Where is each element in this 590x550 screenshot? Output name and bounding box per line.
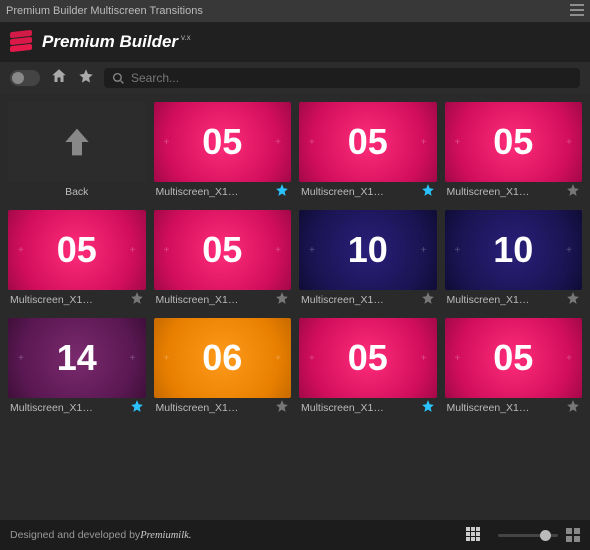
item-label: Multiscreen_X1… — [156, 402, 274, 414]
item-thumbnail[interactable]: + 05 + — [154, 102, 292, 182]
footer-credit: Premiumilk. — [140, 530, 191, 541]
brand-name: Premium Builderv.x — [42, 32, 191, 52]
item-thumbnail[interactable]: + 05 + — [299, 318, 437, 398]
title-bar: Premium Builder Multiscreen Transitions — [0, 0, 590, 22]
grid-item: + 05 + Multiscreen_X1… — [154, 210, 292, 310]
item-number: 05 — [348, 121, 388, 163]
item-thumbnail[interactable]: + 10 + — [445, 210, 583, 290]
item-number: 05 — [202, 229, 242, 271]
grid-item: + 05 + Multiscreen_X1… — [154, 102, 292, 202]
item-number: 05 — [57, 229, 97, 271]
back-cell: Back — [8, 102, 146, 202]
favorite-star-icon[interactable] — [566, 291, 580, 310]
thumbnail-size-slider[interactable] — [498, 534, 558, 537]
grid-item: + 06 + Multiscreen_X1… — [154, 318, 292, 418]
hamburger-menu-icon[interactable] — [570, 3, 584, 19]
item-number: 06 — [202, 337, 242, 379]
favorite-star-icon[interactable] — [421, 291, 435, 310]
grid-item: + 10 + Multiscreen_X1… — [445, 210, 583, 310]
status-bar: Designed and developed by Premiumilk. — [0, 520, 590, 550]
search-input[interactable] — [131, 71, 572, 85]
back-button[interactable] — [8, 102, 146, 182]
favorite-star-icon[interactable] — [130, 399, 144, 418]
item-number: 05 — [348, 337, 388, 379]
item-number: 10 — [493, 229, 533, 271]
grid-item: + 05 + Multiscreen_X1… — [445, 318, 583, 418]
favorite-star-icon[interactable] — [130, 291, 144, 310]
grid-item: + 05 + Multiscreen_X1… — [299, 318, 437, 418]
item-thumbnail[interactable]: + 05 + — [154, 210, 292, 290]
back-label: Back — [65, 186, 88, 198]
item-thumbnail[interactable]: + 05 + — [445, 102, 583, 182]
grid-item: + 05 + Multiscreen_X1… — [445, 102, 583, 202]
item-label: Multiscreen_X1… — [10, 294, 128, 306]
grid-view-large-icon[interactable] — [566, 528, 580, 542]
item-thumbnail[interactable]: + 06 + — [154, 318, 292, 398]
item-thumbnail[interactable]: + 10 + — [299, 210, 437, 290]
toolbar — [0, 62, 590, 94]
favorite-star-icon[interactable] — [566, 399, 580, 418]
favorite-star-icon[interactable] — [421, 399, 435, 418]
grid-item: + 05 + Multiscreen_X1… — [8, 210, 146, 310]
arrow-up-icon — [57, 122, 97, 162]
toggle-switch[interactable] — [10, 70, 40, 86]
search-field[interactable] — [104, 68, 580, 88]
header: Premium Builderv.x — [0, 22, 590, 62]
item-thumbnail[interactable]: + 05 + — [8, 210, 146, 290]
favorite-star-icon[interactable] — [421, 183, 435, 202]
item-label: Multiscreen_X1… — [301, 186, 419, 198]
item-number: 14 — [57, 337, 97, 379]
window-title: Premium Builder Multiscreen Transitions — [6, 5, 203, 17]
item-number: 05 — [493, 121, 533, 163]
grid-item: + 14 + Multiscreen_X1… — [8, 318, 146, 418]
item-number: 05 — [493, 337, 533, 379]
item-label: Multiscreen_X1… — [447, 186, 565, 198]
item-label: Multiscreen_X1… — [301, 294, 419, 306]
search-icon — [112, 72, 125, 85]
item-label: Multiscreen_X1… — [156, 186, 274, 198]
item-number: 05 — [202, 121, 242, 163]
home-icon[interactable] — [50, 67, 68, 90]
item-thumbnail[interactable]: + 05 + — [445, 318, 583, 398]
logo-icon — [10, 31, 32, 53]
favorite-star-icon[interactable] — [275, 183, 289, 202]
grid-item: + 10 + Multiscreen_X1… — [299, 210, 437, 310]
favorites-filter-star-icon[interactable] — [78, 68, 94, 89]
item-label: Multiscreen_X1… — [447, 294, 565, 306]
grid-item: + 05 + Multiscreen_X1… — [299, 102, 437, 202]
favorite-star-icon[interactable] — [275, 291, 289, 310]
grid-view-small-icon[interactable] — [466, 527, 480, 544]
items-grid: Back + 05 + Multiscreen_X1… + 05 + Multi… — [0, 94, 590, 426]
footer-prefix: Designed and developed by — [10, 529, 140, 541]
item-label: Multiscreen_X1… — [10, 402, 128, 414]
favorite-star-icon[interactable] — [566, 183, 580, 202]
favorite-star-icon[interactable] — [275, 399, 289, 418]
item-thumbnail[interactable]: + 14 + — [8, 318, 146, 398]
item-label: Multiscreen_X1… — [447, 402, 565, 414]
item-number: 10 — [348, 229, 388, 271]
item-label: Multiscreen_X1… — [156, 294, 274, 306]
item-label: Multiscreen_X1… — [301, 402, 419, 414]
item-thumbnail[interactable]: + 05 + — [299, 102, 437, 182]
